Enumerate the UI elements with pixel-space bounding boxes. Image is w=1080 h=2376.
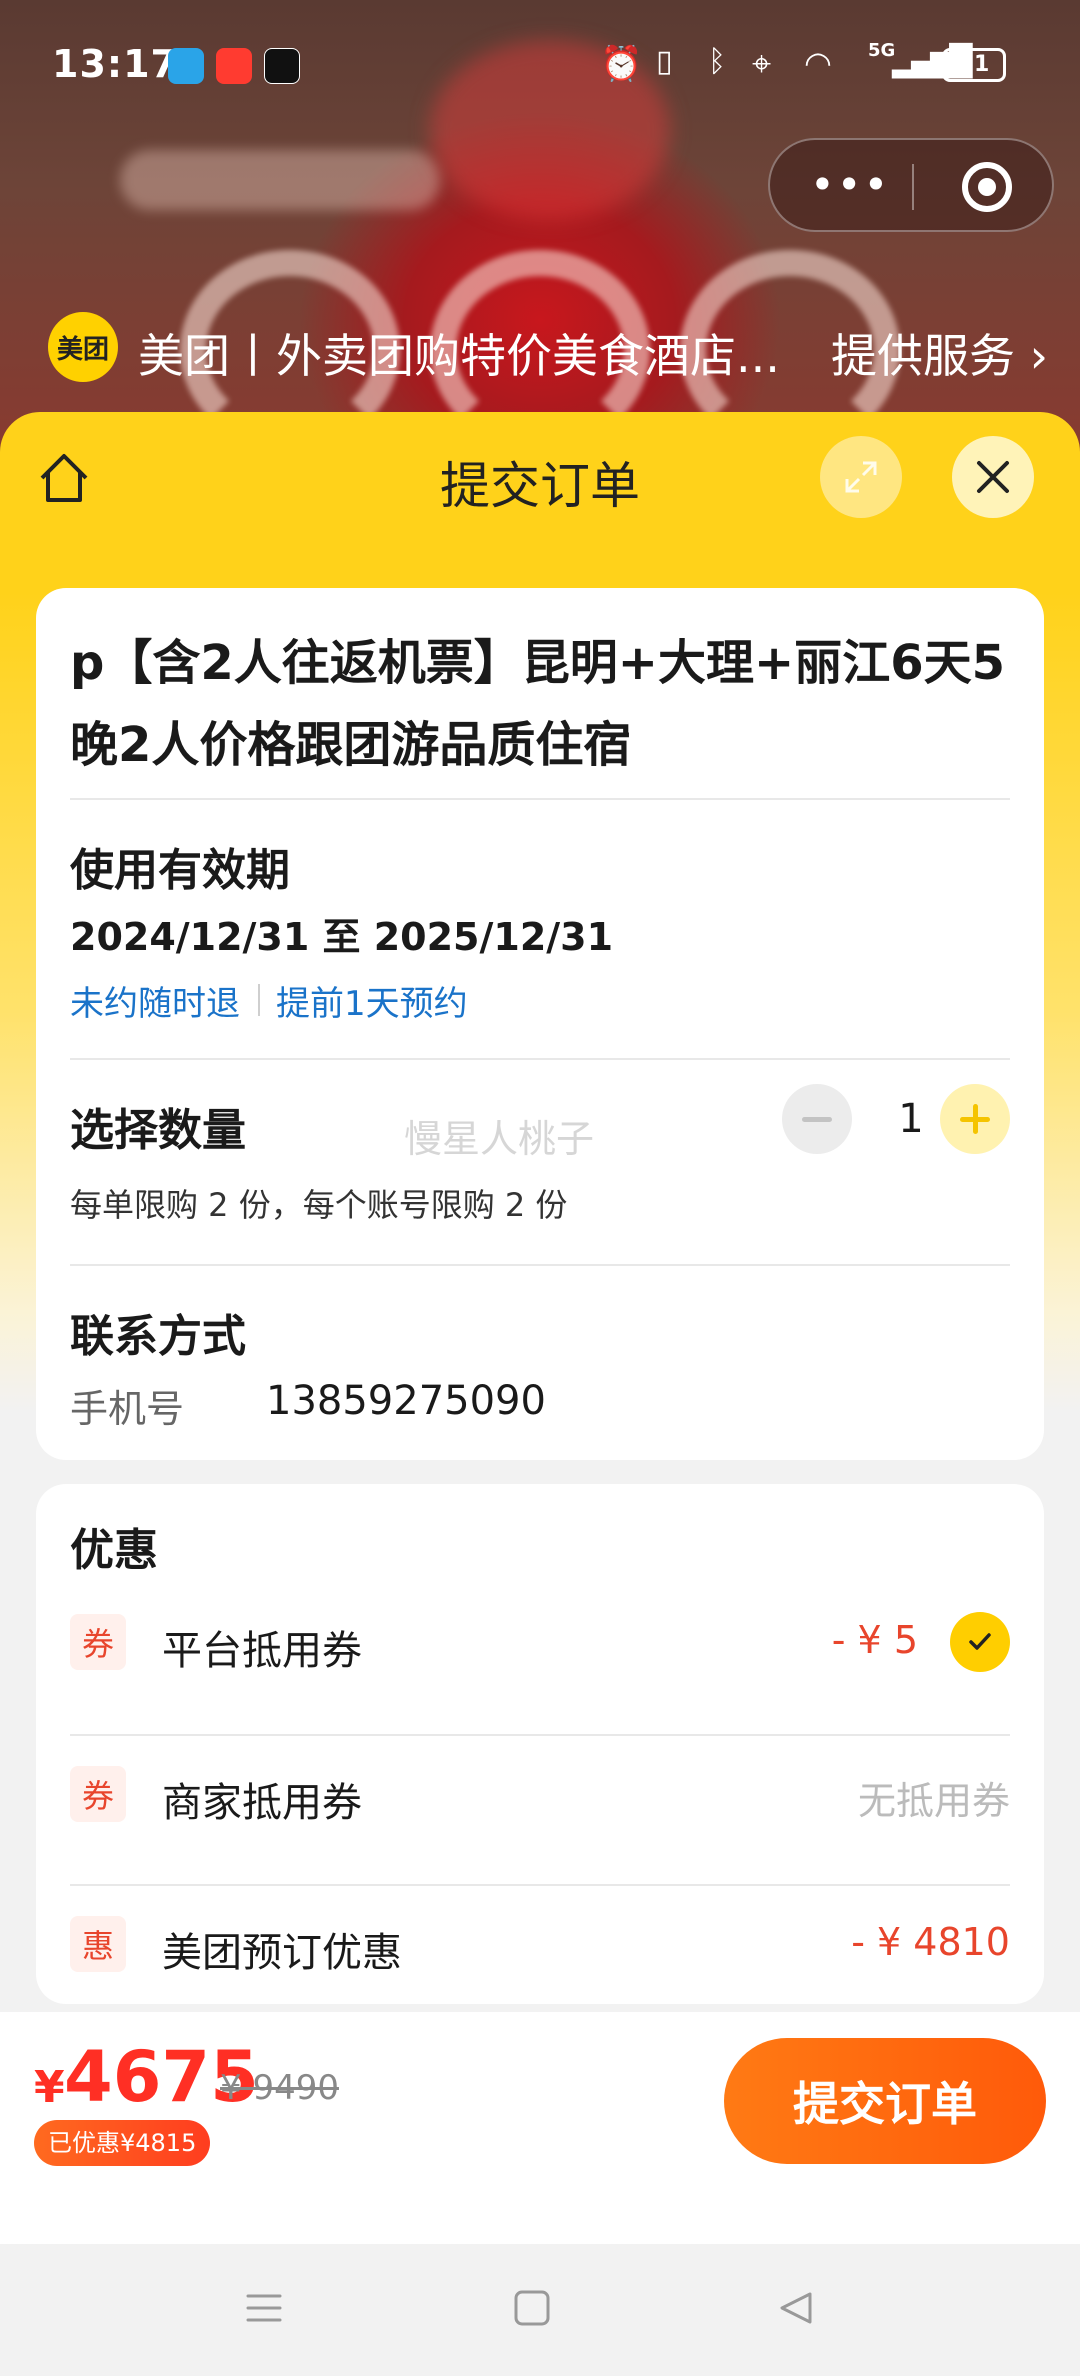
discount-value: - ¥ 4810	[851, 1920, 1010, 1964]
tiktok-icon	[264, 48, 300, 84]
checkmark-icon	[969, 1633, 991, 1650]
battery-icon: 51	[942, 48, 1006, 82]
capsule-divider	[912, 164, 914, 210]
coupon-selected-checkbox[interactable]	[950, 1612, 1010, 1672]
bluetooth-icon: ᛒ	[708, 44, 726, 79]
divider	[70, 1734, 1010, 1736]
battery-level: 51	[958, 52, 990, 77]
vibrate-icon: ▯	[656, 44, 673, 79]
merchant-logo: 美团	[48, 312, 118, 382]
merchant-bar[interactable]: 美团 美团丨外卖团购特价美食酒店... 提供服务 ›	[48, 312, 1048, 383]
quantity-increase-button[interactable]	[940, 1084, 1010, 1154]
quantity-heading: 选择数量	[70, 1105, 246, 1156]
close-miniprogram-icon[interactable]	[962, 162, 1012, 212]
coupon-value: 无抵用券	[857, 1779, 1010, 1823]
location-icon: ⌖	[752, 44, 772, 84]
original-price: ¥ 9490	[220, 2068, 339, 2108]
currency-symbol: ¥	[34, 2062, 65, 2113]
platform-coupon-row[interactable]: 券 平台抵用券 - ¥ 5	[70, 1592, 1010, 1692]
purchase-limit-note: 每单限购 2 份，每个账号限购 2 份	[70, 1186, 568, 1224]
coupon-label: 商家抵用券	[162, 1780, 362, 1826]
product-title: p【含2人往返机票】昆明+大理+丽江6天5晚2人价格跟团游品质住宿	[70, 635, 1005, 773]
close-icon	[977, 461, 1009, 493]
quantity-value: 1	[898, 1096, 924, 1142]
tag-divider	[258, 984, 260, 1016]
savings-badge[interactable]: 已优惠¥4815	[34, 2120, 211, 2166]
coupon-label: 平台抵用券	[162, 1628, 362, 1674]
divider	[70, 1264, 1010, 1266]
submit-order-button[interactable]: 提交订单	[724, 2038, 1046, 2164]
discounts-heading: 优惠	[70, 1525, 158, 1576]
page-title: 提交订单	[440, 457, 640, 515]
quantity-decrease-button[interactable]	[782, 1084, 852, 1154]
reservation-policy-tag[interactable]: 提前1天预约	[276, 976, 468, 1025]
background-blur-shape	[120, 150, 440, 210]
validity-dates: 2024/12/31 至 2025/12/31	[70, 915, 614, 959]
wifi-icon: ◠	[804, 44, 832, 82]
back-icon[interactable]	[776, 2288, 816, 2328]
video-app-icon	[216, 48, 252, 84]
order-panel: 提交订单 p【含2人往返机票】昆明+大理+丽江6天5晚2人价格跟团游品质住宿 使…	[0, 412, 1080, 2242]
refund-policy-tag[interactable]: 未约随时退	[70, 976, 240, 1025]
miniprogram-capsule: •••	[768, 138, 1054, 232]
divider	[70, 1058, 1010, 1060]
close-button[interactable]	[952, 436, 1034, 518]
phone-label: 手机号	[70, 1387, 185, 1431]
system-navigation-bar	[0, 2244, 1080, 2376]
phone-field[interactable]: 13859275090	[266, 1378, 546, 1424]
merchant-coupon-row[interactable]: 券 商家抵用券 无抵用券	[70, 1744, 1010, 1844]
validity-heading: 使用有效期	[70, 845, 290, 896]
service-provider-link[interactable]: 提供服务 ›	[831, 320, 1048, 386]
service-provider-label: 提供服务	[830, 329, 1015, 383]
home-square-icon[interactable]	[512, 2288, 552, 2328]
divider	[70, 1884, 1010, 1886]
watermark-text: 慢星人桃子	[404, 1117, 595, 1161]
status-bar: 13:17 ⏰ ▯ ᛒ ⌖ ◠ 5G ▂▄▆█ 51	[0, 0, 1080, 130]
expand-button[interactable]	[820, 436, 902, 518]
coupon-badge: 券	[70, 1766, 126, 1822]
discounts-card: 优惠 券 平台抵用券 - ¥ 5 券 商家抵用券 无抵用券 惠 美团预订优惠 -…	[36, 1484, 1044, 2004]
menu-icon[interactable]	[244, 2288, 284, 2328]
coupon-badge: 券	[70, 1614, 126, 1670]
merchant-name: 美团丨外卖团购特价美食酒店...	[138, 329, 780, 383]
discount-label: 美团预订优惠	[162, 1930, 402, 1976]
expand-icon	[845, 461, 877, 493]
alarm-icon: ⏰	[600, 44, 643, 84]
discount-badge: 惠	[70, 1916, 126, 1972]
status-time: 13:17	[52, 42, 178, 86]
divider	[70, 798, 1010, 800]
order-details-card: p【含2人往返机票】昆明+大理+丽江6天5晚2人价格跟团游品质住宿 使用有效期 …	[36, 588, 1044, 1460]
coupon-value: - ¥ 5	[831, 1618, 918, 1662]
telegram-icon	[168, 48, 204, 84]
checkout-bar: ¥ 4675 ¥ 9490 已优惠¥4815 提交订单	[0, 2012, 1080, 2244]
booking-discount-row: 惠 美团预订优惠 - ¥ 4810	[70, 1894, 1010, 1994]
more-menu-icon[interactable]: •••	[810, 160, 890, 209]
contact-heading: 联系方式	[70, 1311, 246, 1362]
